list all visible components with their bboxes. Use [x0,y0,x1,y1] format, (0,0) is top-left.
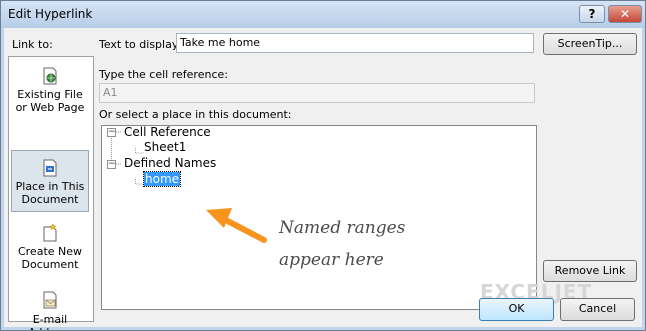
sidebar-item-existing-file[interactable]: Existing File or Web Page [11,67,89,117]
annotation-line-1: Named ranges [279,218,406,238]
globe-icon [43,67,57,85]
link-to-sidebar: Existing File or Web Page Place in This … [8,56,94,330]
sidebar-item-place-in-document[interactable]: Place in This Document [11,150,89,212]
expand-toggle-cell-reference[interactable]: − [107,128,116,137]
sidebar-item-label: Place in This Document [15,180,85,206]
cell-reference-label: Type the cell reference: [99,68,228,81]
sidebar-item-email-address[interactable]: E-mail Address [11,291,89,330]
dialog-body: Link to: Existing File or Web Page Place… [4,28,642,330]
cell-reference-input[interactable]: A1 [99,83,535,103]
title-bar: Edit Hyperlink ? ✕ [1,1,645,28]
dialog-title: Edit Hyperlink [8,7,93,21]
edit-hyperlink-dialog: Edit Hyperlink ? ✕ Link to: Existing Fil… [0,0,646,331]
screentip-button[interactable]: ScreenTip... [543,33,637,55]
tree-node-sheet1[interactable]: Sheet1 [144,140,186,154]
close-button[interactable]: ✕ [608,5,642,23]
text-to-display-label: Text to display: [99,38,182,51]
annotation-line-2: appear here [279,250,384,270]
remove-link-button[interactable]: Remove Link [543,260,637,282]
place-list-label: Or select a place in this document: [99,108,292,121]
sidebar-item-create-new-document[interactable]: Create New Document [11,224,89,274]
tree-node-defined-names[interactable]: Defined Names [124,156,216,170]
sidebar-item-label: Create New Document [17,245,83,271]
document-link-icon [43,159,57,177]
expand-toggle-defined-names[interactable]: − [107,160,116,169]
tree-node-cell-reference[interactable]: Cell Reference [124,126,211,139]
sidebar-item-label: Existing File or Web Page [15,88,85,114]
email-icon [43,291,57,309]
cancel-button[interactable]: Cancel [560,298,635,321]
new-document-icon [43,224,57,242]
ok-button[interactable]: OK [479,298,554,321]
orange-arrow-icon [206,208,267,243]
tree-node-home[interactable]: home [142,171,182,187]
sidebar-item-label: E-mail Address [28,313,72,330]
link-to-label: Link to: [12,38,53,51]
text-to-display-input[interactable]: Take me home [176,33,534,53]
help-button[interactable]: ? [579,5,605,23]
place-tree: − Cell Reference Sheet1 − Defined Names … [101,125,537,310]
